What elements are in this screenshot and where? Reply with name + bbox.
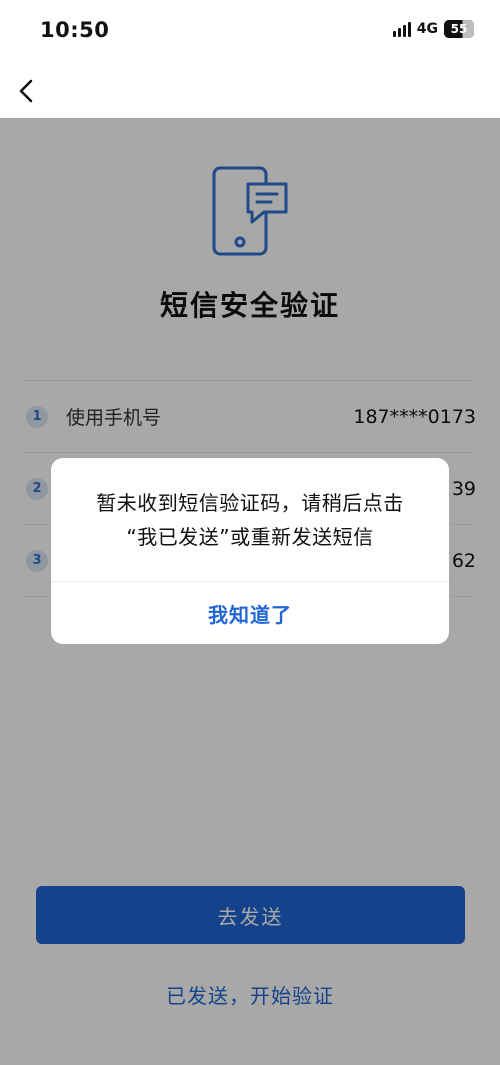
dialog-message: 暂未收到短信验证码，请稍后点击 “我已发送”或重新发送短信 <box>69 486 431 554</box>
status-indicators: 4G 55 <box>392 20 474 38</box>
dialog-confirm-button[interactable]: 我知道了 <box>51 582 449 644</box>
battery-level: 55 <box>450 22 468 36</box>
battery-icon: 55 <box>444 20 474 38</box>
dialog-message-line1: 暂未收到短信验证码，请稍后点击 <box>96 491 404 515</box>
network-type: 4G <box>416 21 438 37</box>
dialog-message-line2: “我已发送”或重新发送短信 <box>126 525 374 549</box>
status-bar: 10:50 4G 55 <box>0 0 500 64</box>
signal-icon <box>392 21 411 37</box>
nav-bar <box>0 64 500 118</box>
status-time: 10:50 <box>40 18 110 42</box>
alert-dialog: 暂未收到短信验证码，请稍后点击 “我已发送”或重新发送短信 我知道了 <box>51 458 449 644</box>
chevron-left-icon[interactable] <box>12 76 42 106</box>
